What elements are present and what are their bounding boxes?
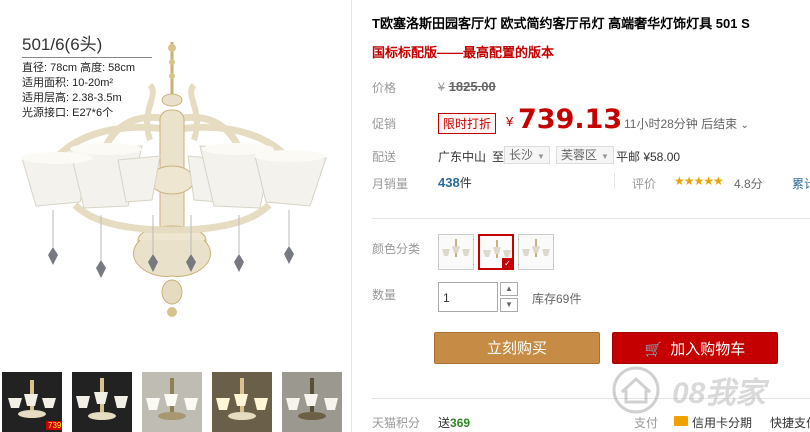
color-label: 颜色分类 — [372, 242, 421, 256]
payment-label: 支付 — [634, 416, 659, 430]
color-swatch-2-selected[interactable]: ✓ — [478, 234, 514, 270]
spec-line: 直径: 78cm 高度: 58cm — [22, 62, 136, 74]
product-subtitle: 国标标配版——最高配置的版本 — [372, 45, 555, 60]
monthly-sales-label: 月销量 — [372, 177, 409, 191]
footer-row: 天猫积分 送369 支付 信用卡分期 快捷支付 — [372, 412, 810, 432]
price-label: 价格 — [372, 81, 397, 95]
credit-card-icon — [674, 416, 688, 426]
thumbnail-3[interactable] — [142, 372, 202, 432]
chandelier-thumb-icon — [216, 378, 268, 420]
chandelier-thumb-icon — [286, 378, 338, 420]
shipping-fee: 平邮 ¥58.00 — [616, 150, 681, 164]
ship-to-label: 至 — [492, 150, 505, 164]
original-price-row: 价格 ¥1825.00 — [372, 70, 810, 102]
original-price: ¥1825.00 — [438, 79, 496, 94]
spec-line: 光源接口: E27*6个 — [22, 107, 114, 119]
chandelier-thumb-icon — [146, 378, 198, 420]
thumbnail-4[interactable] — [212, 372, 272, 432]
add-to-cart-button[interactable]: 🛒 加入购物车 — [612, 332, 778, 364]
chevron-down-icon: ▼ — [537, 152, 545, 161]
currency-symbol: ¥ — [438, 80, 445, 94]
section-divider — [372, 218, 810, 219]
promo-label: 促销 — [372, 117, 397, 131]
divider — [614, 173, 615, 189]
countdown-timer[interactable]: 11小时28分钟 后结束 ⌄ — [624, 115, 749, 132]
cart-icon: 🛒 — [644, 341, 663, 357]
sales-unit: 件 — [459, 176, 472, 190]
chandelier-thumb-icon — [76, 378, 128, 420]
chandelier-swatch-icon — [522, 239, 550, 257]
points-label: 天猫积分 — [372, 416, 421, 430]
review-count-link[interactable]: 累计评价 — [792, 175, 810, 192]
spec-title: 501/6(6头) — [22, 30, 152, 58]
column-divider — [351, 0, 352, 432]
thumbnail-5[interactable] — [282, 372, 342, 432]
sales-count: 438 — [438, 175, 460, 190]
house-logo-icon — [612, 366, 660, 414]
shipping-label: 配送 — [372, 150, 397, 164]
quantity-label: 数量 — [372, 288, 397, 302]
product-title: T欧塞洛斯田园客厅灯 欧式简约客厅吊灯 高端奢华灯饰灯具 501 S — [372, 16, 750, 31]
thumb-price-badge: 739 — [46, 421, 62, 430]
quantity-input[interactable]: 1 — [438, 282, 498, 312]
chandelier-swatch-icon — [442, 239, 470, 257]
thumbnail-strip: 739 — [0, 372, 352, 432]
chevron-down-icon: ▼ — [601, 152, 609, 161]
points-value: 369 — [450, 416, 471, 430]
buy-now-button[interactable]: 立刻购买 — [434, 332, 600, 364]
promo-price: 739.13 — [518, 104, 623, 135]
ship-from: 广东中山 — [438, 150, 487, 164]
chevron-down-icon: ⌄ — [740, 120, 749, 131]
original-price-value: 1825.00 — [448, 79, 496, 94]
product-gallery: 501/6(6头) 直径: 78cm 高度: 58cm 适用面积: 10-20m… — [0, 0, 352, 432]
spec-line: 适用层高: 2.38-3.5m — [22, 92, 122, 104]
spec-line: 适用面积: 10-20m² — [22, 77, 114, 89]
check-icon: ✓ — [502, 258, 512, 268]
review-score: 4.8分 — [734, 177, 763, 191]
promo-price-row: 促销 限时打折 ¥ 739.13 11小时28分钟 后结束 ⌄ — [372, 104, 810, 140]
spec-overlay: 501/6(6头) 直径: 78cm 高度: 58cm 适用面积: 10-20m… — [22, 30, 152, 121]
currency-symbol: ¥ — [506, 114, 514, 129]
shipping-row: 配送 广东中山 至 长沙 ▼ 芙蓉区 ▼ 平邮 ¥58.00 — [372, 146, 810, 166]
star-rating-icon: ★★★★★ — [674, 174, 724, 188]
district-value: 芙蓉区 — [561, 148, 598, 162]
stock-count: 库存69件 — [532, 292, 582, 306]
points-prefix: 送 — [438, 416, 451, 430]
color-options: 颜色分类 ✓ — [372, 234, 810, 274]
sales-row: 月销量 438件 评价 ★★★★★ 4.8分 累计评价 — [372, 172, 810, 194]
promo-tag: 限时打折 — [438, 113, 497, 134]
color-swatch-1[interactable] — [438, 234, 474, 270]
quantity-decrease-button[interactable]: ▼ — [500, 298, 518, 312]
main-product-image[interactable]: 501/6(6头) 直径: 78cm 高度: 58cm 适用面积: 10-20m… — [0, 0, 352, 358]
quantity-increase-button[interactable]: ▲ — [500, 282, 518, 296]
quantity-row: 数量 1 ▲ ▼ 库存69件 — [372, 280, 810, 314]
credit-installment-link[interactable]: 信用卡分期 — [692, 414, 752, 431]
thumbnail-1[interactable]: 739 — [2, 372, 62, 432]
watermark-text: 08我家 — [672, 377, 766, 410]
color-swatch-3[interactable] — [518, 234, 554, 270]
district-select[interactable]: 芙蓉区 ▼ — [556, 146, 614, 164]
city-select[interactable]: 长沙 ▼ — [504, 146, 550, 164]
add-to-cart-label: 加入购物车 — [670, 341, 746, 358]
review-label: 评价 — [632, 177, 657, 191]
monthly-sales: 438件 — [438, 174, 472, 191]
countdown-text: 11小时28分钟 后结束 — [624, 117, 738, 131]
thumbnail-2[interactable] — [72, 372, 132, 432]
city-value: 长沙 — [509, 148, 534, 162]
express-pay-link[interactable]: 快捷支付 — [770, 414, 810, 431]
points-info: 送369 — [438, 414, 470, 431]
site-watermark: 08我家 — [606, 366, 806, 414]
